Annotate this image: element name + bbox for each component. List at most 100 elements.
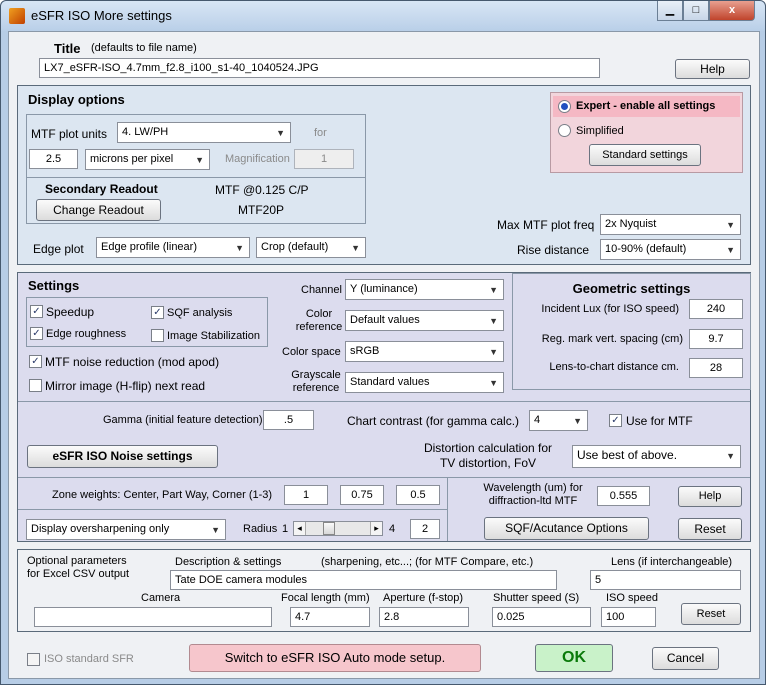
- color-reference-label-1: Color: [305, 308, 333, 320]
- minimize-button[interactable]: ▁: [657, 1, 683, 21]
- slider-right-arrow-icon[interactable]: ▸: [370, 522, 382, 535]
- aperture-input[interactable]: 2.8: [379, 607, 469, 627]
- edge-plot-value: Edge profile (linear): [101, 241, 197, 253]
- noise-reduction-checkbox[interactable]: ✓: [29, 355, 42, 368]
- grayscale-reference-label-2: reference: [292, 382, 340, 394]
- mtf-plot-units-dropdown[interactable]: 4. LW/PH ▼: [117, 122, 291, 143]
- image-stabilization-label: Image Stabilization: [167, 330, 260, 342]
- mtf-units-value: 4. LW/PH: [122, 126, 169, 138]
- edge-roughness-checkbox[interactable]: ✓: [30, 327, 43, 340]
- channel-dropdown[interactable]: Y (luminance) ▼: [345, 279, 504, 300]
- radius-input[interactable]: 2: [410, 519, 440, 539]
- dropdown-arrow-icon: ▼: [726, 451, 735, 461]
- dropdown-arrow-icon: ▼: [726, 245, 735, 255]
- distortion-value: Use best of above.: [577, 448, 678, 462]
- crop-value: Crop (default): [261, 241, 329, 253]
- window-title: eSFR ISO More settings: [31, 8, 172, 23]
- zone-weights-label: Zone weights: Center, Part Way, Corner (…: [52, 489, 273, 501]
- switch-auto-mode-button[interactable]: Switch to eSFR ISO Auto mode setup.: [189, 644, 481, 672]
- crop-dropdown[interactable]: Crop (default) ▼: [256, 237, 366, 258]
- oversharpening-dropdown[interactable]: Display oversharpening only ▼: [26, 519, 226, 540]
- geometric-settings-heading: Geometric settings: [572, 281, 691, 296]
- sqf-analysis-checkbox[interactable]: ✓: [151, 306, 164, 319]
- sqf-acutance-options-button[interactable]: SQF/Acutance Options: [484, 517, 649, 540]
- use-for-mtf-checkbox[interactable]: ✓: [609, 414, 622, 427]
- camera-label: Camera: [141, 592, 181, 604]
- slider-thumb[interactable]: [323, 522, 336, 535]
- use-for-mtf-label: Use for MTF: [626, 414, 693, 428]
- dropdown-arrow-icon: ▼: [726, 220, 735, 230]
- description-input[interactable]: Tate DOE camera modules: [170, 570, 557, 590]
- zone-corner-input[interactable]: 0.5: [396, 485, 440, 505]
- display-options-panel: Display options MTF plot units 4. LW/PH ▼…: [17, 85, 751, 265]
- expert-radio[interactable]: [558, 100, 571, 113]
- distortion-label-2: TV distortion, FoV: [439, 456, 537, 470]
- mtf-plot-units-label: MTF plot units: [31, 127, 108, 141]
- iso-speed-input[interactable]: 100: [601, 607, 656, 627]
- title-input[interactable]: LX7_eSFR-ISO_4.7mm_f2.8_i100_s1-40_10405…: [39, 58, 600, 78]
- mirror-image-checkbox[interactable]: [29, 379, 42, 392]
- camera-input[interactable]: [34, 607, 272, 627]
- settings-panel: Settings ✓ Speedup ✓ SQF analysis ✓ Edge…: [17, 272, 751, 542]
- edge-plot-dropdown[interactable]: Edge profile (linear) ▼: [96, 237, 250, 258]
- lens-label: Lens (if interchangeable): [611, 556, 733, 568]
- incident-lux-input[interactable]: 240: [689, 299, 743, 319]
- dropdown-arrow-icon: ▼: [573, 416, 582, 426]
- dropdown-arrow-icon: ▼: [276, 128, 285, 138]
- dropdown-arrow-icon: ▼: [489, 378, 498, 388]
- wavelength-input[interactable]: 0.555: [597, 486, 650, 506]
- image-stabilization-checkbox[interactable]: [151, 329, 164, 342]
- ok-button[interactable]: OK: [535, 644, 613, 672]
- magnification-label: Magnification: [225, 153, 290, 165]
- noise-reduction-label: MTF noise reduction (mod apod): [45, 355, 220, 369]
- cancel-button[interactable]: Cancel: [652, 647, 719, 670]
- display-options-heading: Display options: [28, 92, 125, 107]
- pixel-size-unit-dropdown[interactable]: microns per pixel ▼: [85, 149, 210, 170]
- magnification-input[interactable]: 1: [294, 149, 354, 169]
- lens-input[interactable]: 5: [590, 570, 741, 590]
- gamma-input[interactable]: .5: [263, 410, 314, 430]
- chart-contrast-dropdown[interactable]: 4 ▼: [529, 410, 588, 431]
- description-label: Description & settings: [175, 556, 282, 568]
- close-button[interactable]: x: [709, 1, 755, 21]
- grayscale-reference-dropdown[interactable]: Standard values ▼: [345, 372, 504, 393]
- distortion-dropdown[interactable]: Use best of above. ▼: [572, 445, 741, 468]
- title-hint: (defaults to file name): [91, 42, 197, 54]
- change-readout-button[interactable]: Change Readout: [36, 199, 161, 221]
- shutter-speed-label: Shutter speed (S): [493, 592, 580, 604]
- max-mtf-freq-dropdown[interactable]: 2x Nyquist ▼: [600, 214, 741, 235]
- shutter-speed-input[interactable]: 0.025: [492, 607, 591, 627]
- focal-length-input[interactable]: 4.7: [290, 607, 370, 627]
- slider-left-arrow-icon[interactable]: ◂: [294, 522, 306, 535]
- iso-speed-label: ISO speed: [606, 592, 658, 604]
- edge-plot-label: Edge plot: [33, 242, 84, 256]
- expert-label: Expert - enable all settings: [576, 100, 716, 112]
- color-space-dropdown[interactable]: sRGB ▼: [345, 341, 504, 362]
- radius-slider[interactable]: ◂ ▸: [293, 521, 383, 536]
- pixel-size-input[interactable]: 2.5: [29, 149, 78, 169]
- wavelength-label-2: diffraction-ltd MTF: [488, 495, 578, 507]
- color-reference-dropdown[interactable]: Default values ▼: [345, 310, 504, 331]
- simplified-radio[interactable]: [558, 124, 571, 137]
- standard-settings-button[interactable]: Standard settings: [589, 144, 701, 166]
- zone-center-input[interactable]: 1: [284, 485, 328, 505]
- lens-to-chart-input[interactable]: 28: [689, 358, 743, 378]
- optional-parameters-heading-1: Optional parameters: [27, 555, 127, 567]
- distortion-label-1: Distortion calculation for: [423, 441, 553, 455]
- optional-reset-button[interactable]: Reset: [681, 603, 741, 625]
- maximize-button[interactable]: □: [683, 1, 709, 21]
- help-button[interactable]: Help: [675, 59, 750, 79]
- optional-parameters-heading-2: for Excel CSV output: [27, 568, 130, 580]
- max-mtf-freq-label: Max MTF plot freq: [497, 218, 595, 232]
- channel-label: Channel: [301, 284, 342, 296]
- wavelength-help-button[interactable]: Help: [678, 486, 742, 507]
- mirror-image-label: Mirror image (H-flip) next read: [45, 379, 206, 393]
- noise-settings-button[interactable]: eSFR ISO Noise settings: [27, 445, 218, 468]
- iso-standard-sfr-checkbox[interactable]: [27, 653, 40, 666]
- title-bar[interactable]: eSFR ISO More settings ▁ □ x: [1, 1, 765, 31]
- rise-distance-dropdown[interactable]: 10-90% (default) ▼: [600, 239, 741, 260]
- zones-reset-button[interactable]: Reset: [678, 518, 742, 540]
- speedup-checkbox[interactable]: ✓: [30, 305, 43, 318]
- reg-mark-spacing-input[interactable]: 9.7: [689, 329, 743, 349]
- zone-partway-input[interactable]: 0.75: [340, 485, 384, 505]
